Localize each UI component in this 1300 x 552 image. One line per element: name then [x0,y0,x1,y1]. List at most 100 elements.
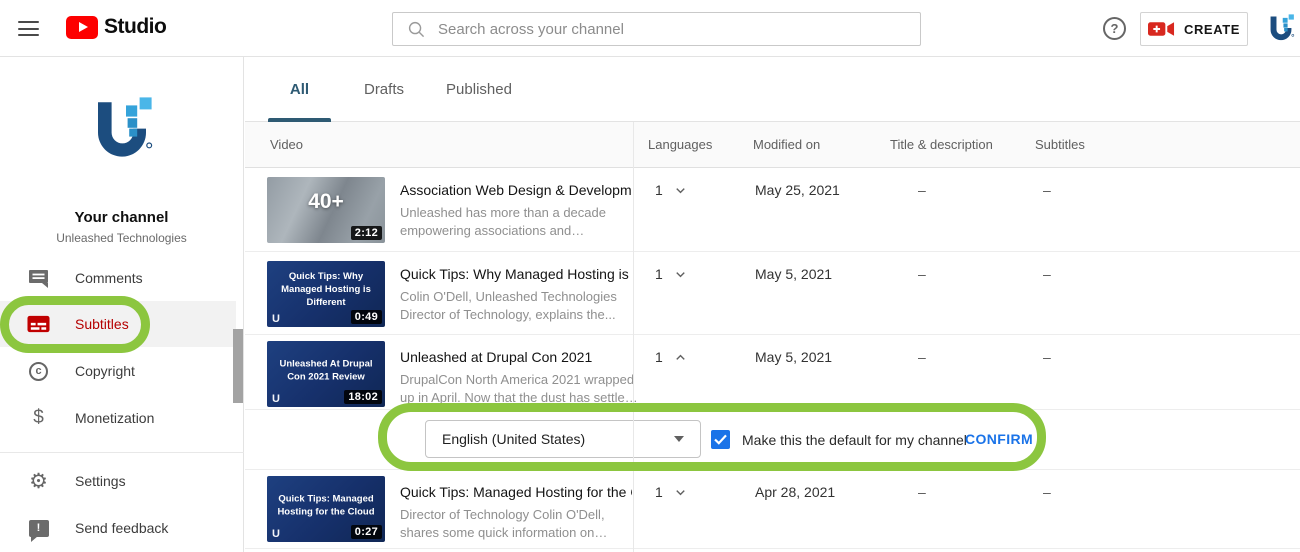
subtitles-value: – [1043,266,1051,282]
duration-badge: 2:12 [351,226,382,240]
modified-date: May 5, 2021 [755,349,832,365]
menu-icon[interactable] [18,21,39,36]
thumbnail-overlay-text: 40+ [267,190,385,214]
channel-avatar[interactable] [90,93,154,169]
copyright-icon: c [27,360,50,382]
channel-title: Your channel [0,209,243,226]
languages-cell[interactable]: 1 [655,182,688,198]
tab-published[interactable]: Published [433,57,525,122]
language-dropdown-value: English (United States) [442,431,585,447]
video-title[interactable]: Unleashed at Drupal Con 2021 [400,349,632,365]
title-description-value: – [918,182,926,198]
sidebar-scrollbar[interactable] [233,329,243,403]
search-bar[interactable] [392,12,921,46]
column-header-languages: Languages [648,122,712,168]
chevron-down-icon[interactable] [673,485,688,500]
sidebar-item-label: Settings [75,473,126,489]
subtitle-language-panel: English (United States) Make this the de… [245,410,1300,470]
table-row-expanded[interactable]: Unleashed At Drupal Con 2021 Review U 18… [245,335,1300,410]
tab-label: Published [446,81,512,98]
chevron-up-icon[interactable] [673,350,688,365]
checkmark-icon [714,434,727,445]
subtitles-value: – [1043,349,1051,365]
sidebar-item-monetization[interactable]: $ Monetization [0,395,236,441]
tab-all[interactable]: All [268,57,331,122]
modified-date: May 5, 2021 [755,266,832,282]
checkbox-label: Make this the default for my channel [742,432,967,448]
sidebar-item-send-feedback[interactable]: ! Send feedback [0,505,236,551]
unleashed-logo-mark: U [272,393,280,405]
chevron-down-icon[interactable] [673,267,688,282]
youtube-play-icon [66,16,98,39]
search-input[interactable] [438,21,920,38]
language-count: 1 [655,266,663,282]
tab-drafts[interactable]: Drafts [349,57,419,122]
studio-logo[interactable]: Studio [66,15,166,39]
chevron-down-icon[interactable] [673,183,688,198]
languages-cell[interactable]: 1 [655,349,688,365]
video-thumbnail[interactable]: 40+ 2:12 [267,177,385,243]
thumbnail-overlay-text: Quick Tips: Why Managed Hosting is Diffe… [267,271,385,309]
languages-cell[interactable]: 1 [655,484,688,500]
subtitles-value: – [1043,484,1051,500]
language-count: 1 [655,182,663,198]
column-header-modified-on: Modified on [753,122,820,168]
comment-icon [27,267,50,289]
feedback-icon: ! [27,517,50,539]
sidebar-divider [0,452,244,453]
sidebar-item-label: Copyright [75,363,135,379]
sidebar-item-settings[interactable]: ⚙ Settings [0,458,236,504]
thumbnail-overlay-text: Quick Tips: Managed Hosting for the Clou… [267,494,385,520]
duration-badge: 0:27 [351,525,382,539]
help-icon[interactable]: ? [1103,17,1126,40]
duration-badge: 18:02 [344,390,382,404]
create-button-label: CREATE [1184,22,1240,37]
modified-date: May 25, 2021 [755,182,840,198]
subtitles-value: – [1043,182,1051,198]
account-avatar[interactable] [1267,13,1295,45]
sidebar-item-label: Subtitles [75,316,129,332]
subtitles-icon [27,313,50,335]
column-header-title-description: Title & description [890,122,993,168]
video-thumbnail[interactable]: Unleashed At Drupal Con 2021 Review U 18… [267,341,385,407]
table-row[interactable]: Quick Tips: Why Managed Hosting is Diffe… [245,252,1300,335]
column-header-subtitles: Subtitles [1035,122,1085,168]
table-row[interactable]: Quick Tips: Managed Hosting for the Clou… [245,470,1300,549]
sidebar-item-subtitles[interactable]: Subtitles [0,301,236,347]
language-count: 1 [655,484,663,500]
sidebar-item-comments[interactable]: Comments [0,255,236,301]
video-thumbnail[interactable]: Quick Tips: Why Managed Hosting is Diffe… [267,261,385,327]
languages-cell[interactable]: 1 [655,266,688,282]
create-button[interactable]: CREATE [1140,12,1248,46]
column-header-video: Video [270,122,303,168]
video-title[interactable]: Quick Tips: Why Managed Hosting is Di... [400,266,632,282]
sidebar-item-label: Comments [75,270,143,286]
video-description: Unleashed has more than a decade empower… [400,204,638,240]
title-description-value: – [918,266,926,282]
channel-name: Unleashed Technologies [0,231,243,245]
video-title[interactable]: Quick Tips: Managed Hosting for the Cl..… [400,484,632,500]
tab-label: Drafts [364,81,404,98]
table-header: Video Languages Modified on Title & desc… [245,122,1300,168]
confirm-button[interactable]: CONFIRM [965,431,1033,447]
thumbnail-overlay-text: Unleashed At Drupal Con 2021 Review [267,359,385,385]
video-title[interactable]: Association Web Design & Development [400,182,632,198]
language-dropdown[interactable]: English (United States) [425,420,701,458]
top-header: Studio ? CREATE [0,0,1300,57]
modified-date: Apr 28, 2021 [755,484,835,500]
duration-badge: 0:49 [351,310,382,324]
table-row[interactable]: 40+ 2:12 Association Web Design & Develo… [245,168,1300,252]
video-thumbnail[interactable]: Quick Tips: Managed Hosting for the Clou… [267,476,385,542]
sidebar-item-label: Monetization [75,410,154,426]
default-channel-checkbox[interactable] [711,430,730,449]
gear-icon: ⚙ [27,470,50,492]
dropdown-arrow-icon [674,436,684,442]
video-description: Colin O'Dell, Unleashed Technologies Dir… [400,288,638,324]
dollar-icon: $ [27,407,50,429]
sidebar-item-label: Send feedback [75,520,168,536]
tab-bar: All Drafts Published [245,57,1300,122]
unleashed-logo-mark: U [272,313,280,325]
sidebar-item-copyright[interactable]: c Copyright [0,348,236,394]
create-video-icon [1148,20,1175,38]
unleashed-logo-mark: U [272,528,280,540]
